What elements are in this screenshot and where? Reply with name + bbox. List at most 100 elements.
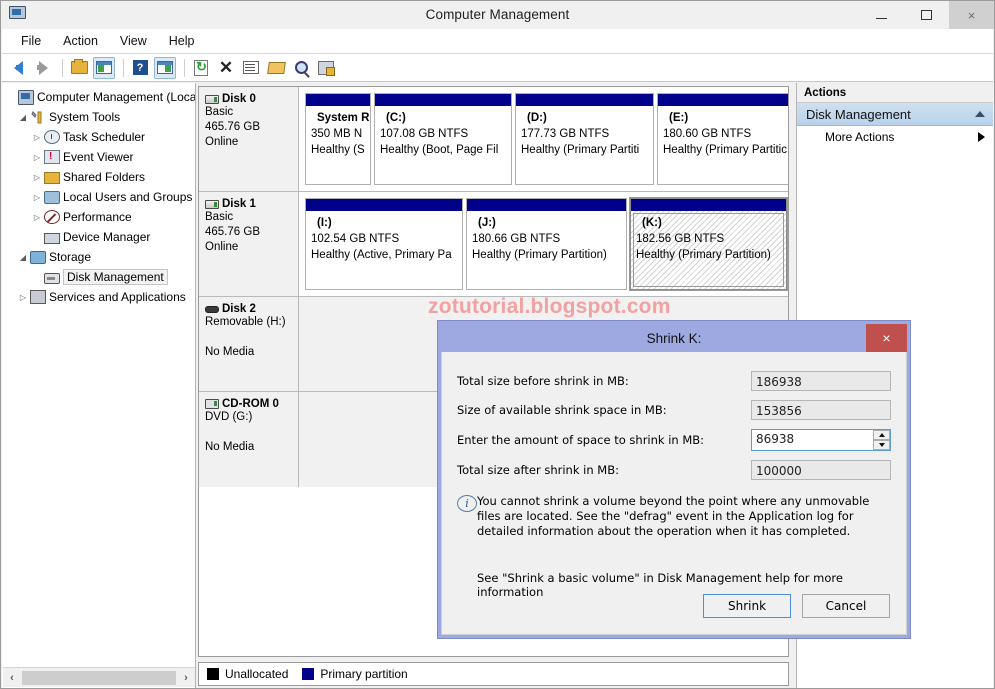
chevron-down-icon [878, 442, 885, 447]
scroll-thumb[interactable] [22, 670, 176, 685]
shrink-amount-input[interactable]: 86938 [751, 428, 891, 451]
twisty-icon[interactable]: ▷ [30, 153, 44, 162]
dialog-info-block: i You cannot shrink a volume beyond the … [457, 494, 891, 539]
tree-item-services-and-applications[interactable]: ▷ Services and Applications [2, 287, 195, 307]
help-icon[interactable]: ? [129, 57, 151, 79]
label-available-shrink-space: Size of available shrink space in MB: [457, 402, 667, 417]
scroll-right-arrow[interactable]: › [177, 672, 195, 684]
tree-item-shared-folders[interactable]: ▷ Shared Folders [2, 167, 195, 187]
close-button[interactable]: × [949, 1, 994, 29]
twisty-icon[interactable]: ◢ [16, 253, 30, 262]
chevron-up-icon[interactable] [975, 111, 985, 117]
back-arrow-icon[interactable] [7, 57, 29, 79]
tree-item-local-users-and-groups[interactable]: ▷ Local Users and Groups [2, 187, 195, 207]
open-folder-icon[interactable] [265, 57, 287, 79]
dialog-title: Shrink K: [646, 330, 702, 346]
refresh-icon[interactable] [190, 57, 212, 79]
cdrom-icon [205, 399, 219, 409]
shrink-dialog: Shrink K: × Total size before shrink in … [438, 321, 910, 638]
device-icon [44, 232, 60, 244]
menu-action[interactable]: Action [52, 31, 109, 51]
actions-header: Actions [797, 83, 993, 103]
perf-icon [44, 210, 60, 224]
disk-header[interactable]: Disk 1 Basic 465.76 GB Online [199, 192, 299, 296]
tree-item-storage[interactable]: ◢ Storage [2, 247, 195, 267]
rescan-disks-icon[interactable] [315, 57, 337, 79]
volume-health: Healthy (Boot, Page Fil [380, 144, 499, 156]
toolbar-separator-3 [184, 58, 185, 77]
menu-help[interactable]: Help [158, 31, 206, 51]
menu-file[interactable]: File [10, 31, 52, 51]
disk-header[interactable]: Disk 0 Basic 465.76 GB Online [199, 87, 299, 191]
forward-arrow-icon[interactable] [32, 57, 54, 79]
tree-item-task-scheduler[interactable]: ▷ Task Scheduler [2, 127, 195, 147]
volume-color-bar [467, 199, 626, 211]
shrink-amount-stepper[interactable]: 86938 [751, 428, 891, 451]
volume-label: System R [317, 112, 370, 124]
volume-k[interactable]: (K:) 182.56 GB NTFS Healthy (Primary Par… [629, 197, 788, 291]
volume-system-reserved[interactable]: System R 350 MB N Healthy (S [305, 93, 371, 185]
properties-icon[interactable] [240, 57, 262, 79]
volume-i[interactable]: (I:) 102.54 GB NTFS Healthy (Active, Pri… [305, 198, 463, 290]
tree-item-performance[interactable]: ▷ Performance [2, 207, 195, 227]
disk-status: No Media [205, 441, 255, 453]
volume-d[interactable]: (D:) 177.73 GB NTFS Healthy (Primary Par… [515, 93, 654, 185]
volume-j[interactable]: (J:) 180.66 GB NTFS Healthy (Primary Par… [466, 198, 627, 290]
console-tree: Computer Management (Local ◢ System Tool… [2, 83, 195, 666]
stepper-up-button[interactable] [873, 429, 890, 440]
disk-header[interactable]: Disk 2 Removable (H:) No Media [199, 297, 299, 391]
search-icon[interactable] [290, 57, 312, 79]
volume-health: Healthy (Primary Partition) [472, 249, 607, 261]
twisty-icon[interactable]: ▷ [16, 293, 30, 302]
twisty-icon[interactable]: ▷ [30, 213, 44, 222]
dialog-body: Total size before shrink in MB: 186938 S… [441, 352, 907, 635]
stepper-down-button[interactable] [873, 439, 890, 450]
tree-root[interactable]: Computer Management (Local [2, 87, 195, 107]
label-total-size-after-shrink: Total size after shrink in MB: [457, 462, 619, 477]
tree-horizontal-scrollbar[interactable]: ‹ › [3, 667, 195, 687]
removable-disk-icon [205, 305, 219, 313]
volume-e[interactable]: (E:) 180.60 GB NTFS Healthy (Primary Par… [657, 93, 788, 185]
tree-item-device-manager[interactable]: Device Manager [2, 227, 195, 247]
shrink-button[interactable]: Shrink [703, 594, 791, 618]
show-tree-icon[interactable] [93, 56, 115, 79]
disk-header[interactable]: CD-ROM 0 DVD (G:) No Media [199, 392, 299, 487]
actions-group-disk-management[interactable]: Disk Management [797, 103, 993, 126]
disk-row[interactable]: Disk 0 Basic 465.76 GB Online System R 3… [199, 87, 788, 192]
volume-health: Healthy (Primary Partition) [636, 249, 771, 261]
twisty-icon[interactable]: ▷ [30, 193, 44, 202]
disk-row[interactable]: Disk 1 Basic 465.76 GB Online (I:) 102.5… [199, 192, 788, 297]
tree-item-event-viewer[interactable]: ▷ Event Viewer [2, 147, 195, 167]
cancel-button[interactable]: Cancel [802, 594, 890, 618]
field-row-total-after: Total size after shrink in MB: 100000 [457, 455, 891, 484]
toolbar-separator [62, 58, 63, 77]
users-icon [44, 190, 60, 204]
tree-label: System Tools [49, 110, 121, 124]
dialog-close-button[interactable]: × [866, 324, 907, 352]
stepper-buttons[interactable] [873, 429, 890, 450]
volume-size: 107.08 GB NTFS [380, 128, 469, 140]
volume-c[interactable]: (C:) 107.08 GB NTFS Healthy (Boot, Page … [374, 93, 512, 185]
twisty-icon[interactable]: ◢ [16, 113, 30, 122]
legend-swatch-unallocated [207, 668, 219, 680]
title-bar: Computer Management × [1, 1, 994, 29]
tree-item-system-tools[interactable]: ◢ System Tools [2, 107, 195, 127]
delete-icon[interactable]: ✕ [215, 57, 237, 79]
maximize-button[interactable] [904, 1, 949, 29]
menu-view[interactable]: View [109, 31, 158, 51]
legend-swatch-primary-partition [302, 668, 315, 680]
chevron-right-icon[interactable] [978, 132, 985, 142]
label-amount-of-space-to-shrink: Enter the amount of space to shrink in M… [457, 432, 705, 447]
twisty-icon[interactable]: ▷ [30, 133, 44, 142]
tree-item-disk-management[interactable]: Disk Management [2, 267, 195, 287]
twisty-icon[interactable]: ▷ [30, 173, 44, 182]
minimize-button[interactable] [859, 1, 904, 29]
show-action-pane-icon[interactable] [154, 56, 176, 79]
folder-up-icon[interactable] [68, 57, 90, 79]
actions-item-more-actions[interactable]: More Actions [797, 126, 993, 148]
window-title: Computer Management [425, 7, 570, 22]
volume-label: (C:) [386, 112, 406, 124]
scroll-left-arrow[interactable]: ‹ [3, 672, 21, 684]
volume-health: Healthy (Primary Partiti [521, 144, 640, 156]
menu-bar: File Action View Help [2, 29, 993, 54]
